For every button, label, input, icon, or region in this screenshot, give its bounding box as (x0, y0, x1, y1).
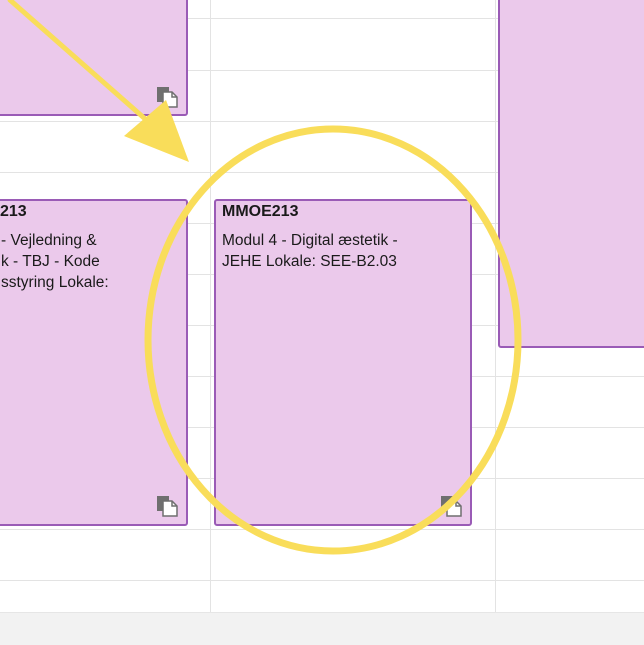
grid-line (0, 529, 644, 530)
event-description: - Vejledning & k - TBJ - Kode sstyring L… (1, 232, 109, 291)
event-block-mmoe213[interactable]: MMOE213 Modul 4 - Digital æstetik - JEHE… (214, 199, 472, 526)
grid-line (0, 580, 644, 581)
event-block[interactable] (0, 0, 188, 116)
day-column-divider (495, 0, 496, 612)
event-description: Modul 4 - Digital æstetik - JEHE Lokale:… (222, 232, 398, 270)
copy-document-icon[interactable] (440, 495, 462, 517)
event-course-code: 213 (0, 203, 27, 220)
event-block[interactable]: 213 - Vejledning & k - TBJ - Kode sstyri… (0, 199, 188, 526)
event-block[interactable] (498, 0, 644, 348)
event-course-code: MMOE213 (222, 203, 299, 220)
day-column-divider (210, 0, 211, 612)
horizontal-scrollbar[interactable] (0, 612, 644, 645)
copy-document-icon[interactable] (156, 86, 178, 108)
copy-document-icon[interactable] (156, 495, 178, 517)
